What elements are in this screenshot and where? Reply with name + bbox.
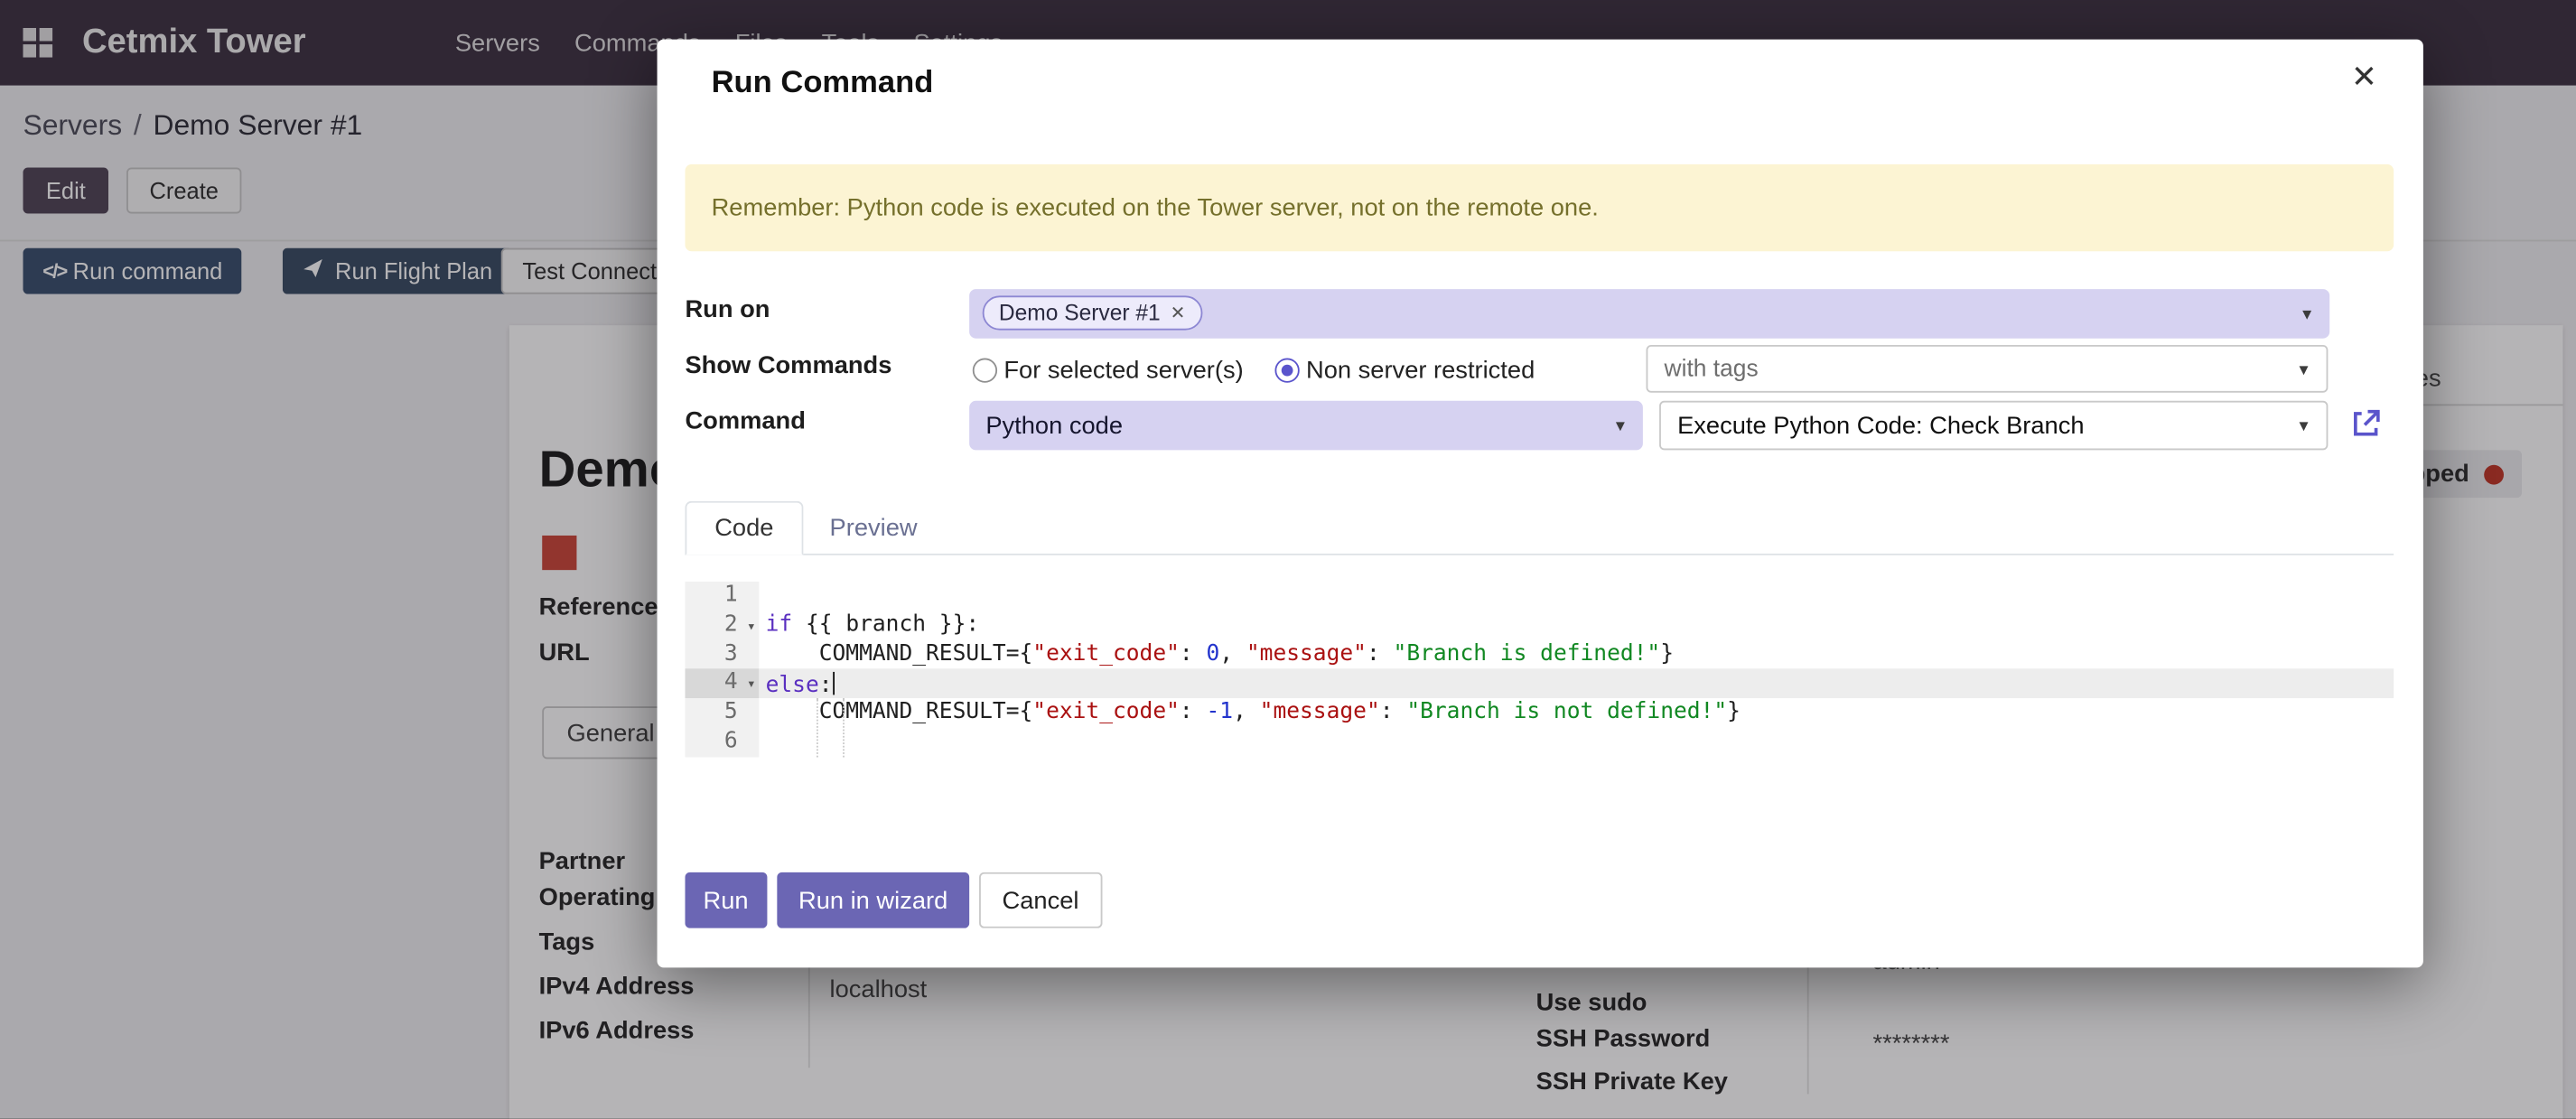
run-on-label: Run on	[685, 295, 770, 323]
run-in-wizard-button[interactable]: Run in wizard	[777, 872, 969, 928]
code-line[interactable]: if {{ branch }}:	[759, 611, 2394, 639]
screen: Cetmix Tower Servers Commands Files Tool…	[0, 0, 2576, 1119]
cancel-button[interactable]: Cancel	[979, 872, 1102, 928]
alert-message: Remember: Python code is executed on the…	[712, 194, 1599, 222]
server-tag[interactable]: Demo Server #1 ✕	[983, 295, 1202, 330]
command-select-value: Execute Python Code: Check Branch	[1677, 412, 2084, 440]
command-type-select[interactable]: Python code ▾	[969, 401, 1643, 451]
radio-label-for-selected-servers[interactable]: For selected server(s)	[1003, 357, 1243, 385]
indent-guide	[843, 698, 845, 757]
server-tag-label: Demo Server #1	[999, 301, 1161, 325]
editor-gutter: 12▾34▾56	[685, 582, 759, 758]
gutter-line-number: 6	[685, 728, 759, 757]
alert-banner: Remember: Python code is executed on the…	[685, 164, 2394, 251]
gutter-line-number: 1	[685, 582, 759, 611]
show-commands-label: Show Commands	[685, 351, 891, 379]
tab-code[interactable]: Code	[685, 501, 803, 555]
command-select[interactable]: Execute Python Code: Check Branch ▾	[1659, 401, 2328, 451]
code-line[interactable]: COMMAND_RESULT={"exit_code": 0, "message…	[759, 640, 2394, 669]
chevron-down-icon: ▾	[1616, 415, 1625, 436]
gutter-line-number: 5	[685, 698, 759, 727]
code-line[interactable]	[759, 582, 2394, 611]
gutter-line-number: 2▾	[685, 611, 759, 639]
radio-for-selected-servers[interactable]	[973, 359, 997, 383]
chevron-down-icon: ▾	[2299, 359, 2308, 380]
external-link-icon[interactable]	[2349, 407, 2382, 440]
indent-guide	[817, 698, 818, 757]
code-line[interactable]: else:	[759, 669, 2394, 698]
with-tags-select[interactable]: with tags ▾	[1647, 345, 2329, 393]
chevron-down-icon: ▾	[2299, 415, 2308, 436]
text-cursor	[833, 673, 835, 695]
command-type-value: Python code	[985, 412, 1123, 440]
code-editor[interactable]: 12▾34▾56 if {{ branch }}: COMMAND_RESULT…	[685, 582, 2394, 758]
close-icon[interactable]: ✕	[2341, 61, 2387, 95]
modal-title: Run Command	[712, 66, 934, 102]
radio-non-server-restricted[interactable]	[1274, 359, 1299, 383]
tab-preview[interactable]: Preview	[802, 501, 946, 555]
run-on-field[interactable]: Demo Server #1 ✕ ▾	[969, 289, 2329, 339]
with-tags-placeholder: with tags	[1665, 356, 1759, 382]
run-command-modal: Run Command ✕ Remember: Python code is e…	[658, 40, 2423, 968]
gutter-line-number: 3	[685, 640, 759, 669]
editor-lines: if {{ branch }}: COMMAND_RESULT={"exit_c…	[759, 582, 2394, 758]
gutter-line-number: 4▾	[685, 669, 759, 698]
run-button[interactable]: Run	[685, 872, 766, 928]
radio-label-non-server-restricted[interactable]: Non server restricted	[1306, 357, 1535, 385]
code-line[interactable]	[759, 728, 2394, 757]
remove-tag-icon[interactable]: ✕	[1171, 303, 1186, 324]
fold-toggle-icon[interactable]: ▾	[747, 673, 756, 702]
code-line[interactable]: COMMAND_RESULT={"exit_code": -1, "messag…	[759, 698, 2394, 727]
chevron-down-icon: ▾	[2302, 303, 2311, 325]
command-label: Command	[685, 407, 805, 435]
fold-toggle-icon[interactable]: ▾	[747, 614, 756, 643]
